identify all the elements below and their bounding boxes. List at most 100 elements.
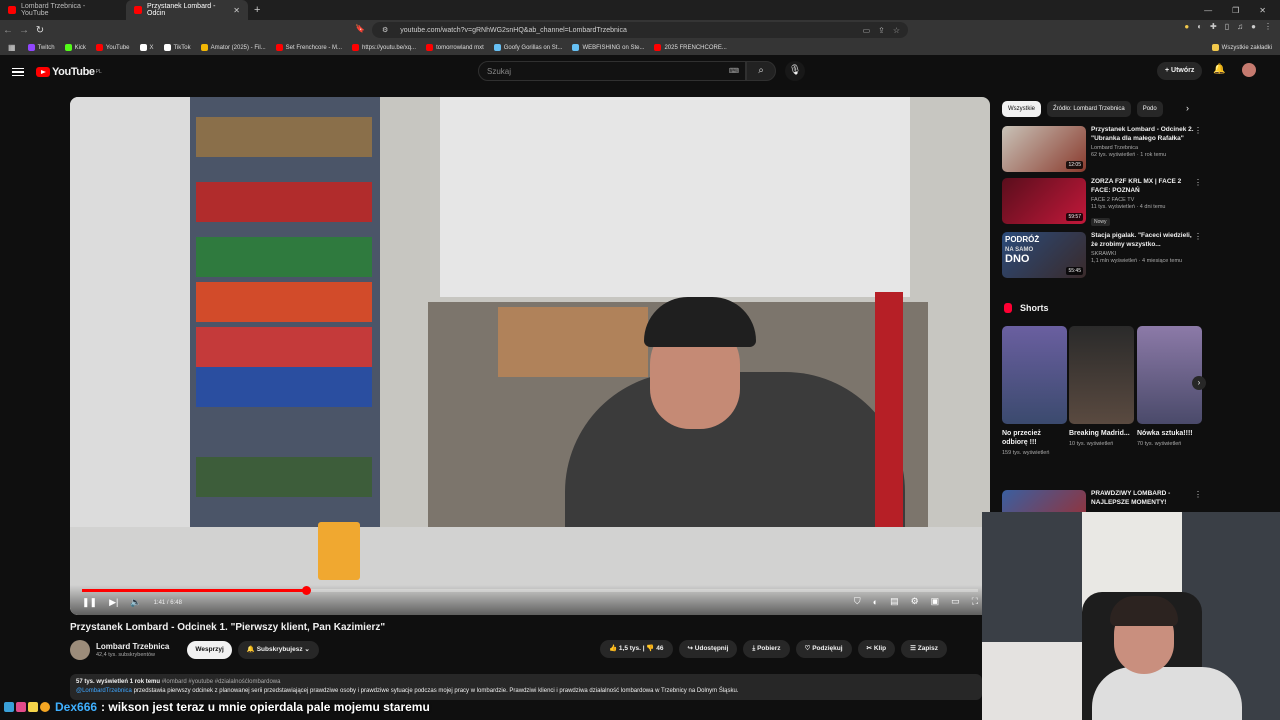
- recommendation-channel[interactable]: FACE 2 FACE TV: [1091, 197, 1194, 203]
- fullscreen-icon[interactable]: ⛶: [972, 596, 978, 607]
- site-info-icon[interactable]: ⚙: [382, 26, 388, 34]
- short-title[interactable]: Nówka sztuka!!!!: [1137, 429, 1202, 438]
- more-options-icon[interactable]: ⋮: [1194, 126, 1202, 172]
- share-icon[interactable]: ⇪: [878, 26, 885, 35]
- clip-button[interactable]: ✂ Klip: [857, 640, 896, 658]
- bookmark-item[interactable]: TikTok: [163, 44, 191, 51]
- chip-similar[interactable]: Podo: [1136, 101, 1163, 117]
- channel-name[interactable]: Lombard Trzebnica: [96, 642, 169, 651]
- chip-all[interactable]: Wszystkie: [1002, 101, 1041, 117]
- bookmark-item[interactable]: Amator (2025) - Fil...: [200, 44, 266, 51]
- star-icon[interactable]: ☆: [893, 26, 900, 35]
- short-item[interactable]: Breaking Madrid... 10 tys. wyświetleń: [1069, 326, 1134, 448]
- recommendation-title[interactable]: PRAWDZIWY LOMBARD - NAJLEPSZE MOMENTY!: [1091, 490, 1194, 507]
- download-button[interactable]: ⤓ Pobierz: [743, 640, 790, 658]
- extension-icon[interactable]: ◐: [1197, 22, 1202, 31]
- volume-icon[interactable]: 🔈: [130, 597, 141, 608]
- close-window-icon[interactable]: ✕: [1259, 6, 1266, 15]
- browser-tab-1[interactable]: Lombard Trzebnica - YouTube: [0, 0, 122, 20]
- share-button[interactable]: ↪ Udostępnij: [678, 640, 738, 658]
- recommendation-channel[interactable]: SKRAWKI: [1091, 251, 1194, 257]
- omnibox[interactable]: ⚙ youtube.com/watch?v=gRNhWG2snHQ&ab_cha…: [372, 22, 908, 38]
- progress-bar[interactable]: [82, 586, 978, 595]
- all-bookmarks[interactable]: Wszystkie zakładki: [1211, 44, 1272, 51]
- new-tab-button[interactable]: +: [248, 4, 266, 16]
- video-thumbnail[interactable]: 59:57: [1002, 178, 1086, 224]
- short-title[interactable]: No przecież odbiorę !!!: [1002, 429, 1067, 447]
- bookmark-item[interactable]: Twitch: [27, 44, 55, 51]
- more-options-icon[interactable]: ⋮: [1194, 232, 1202, 278]
- apps-icon[interactable]: ▦: [8, 43, 16, 52]
- youtube-logo[interactable]: YouTube PL: [36, 66, 102, 78]
- sponsor-shield-icon[interactable]: ⛉: [854, 596, 861, 607]
- extensions-puzzle-icon[interactable]: ✚: [1210, 22, 1217, 31]
- short-thumbnail[interactable]: [1137, 326, 1202, 424]
- search-button[interactable]: ⌕: [746, 61, 776, 81]
- video-thumbnail[interactable]: PODRÓŻ NA SAMO DNO 55:45: [1002, 232, 1086, 278]
- recommendation-item[interactable]: PODRÓŻ NA SAMO DNO 55:45 Stacja pigalak. "…: [1002, 232, 1202, 278]
- description-tags[interactable]: #lombard #youtube #dzialalnośćlombardowa: [162, 679, 281, 685]
- save-button[interactable]: ☰ Zapisz: [901, 640, 947, 658]
- media-icon[interactable]: ♫: [1237, 22, 1243, 31]
- subscribed-button[interactable]: 🔔 Subskrybujesz ⌄: [237, 641, 319, 659]
- recommendation-item[interactable]: 59:57 ZORZA F2F KRL MX | FACE 2 FACE: PO…: [1002, 178, 1202, 226]
- more-options-icon[interactable]: ⋮: [1194, 490, 1202, 512]
- subtitles-icon[interactable]: ▤: [890, 596, 899, 607]
- menu-dots-icon[interactable]: ⋮: [1264, 22, 1272, 31]
- forward-icon[interactable]: →: [16, 25, 32, 36]
- description-box[interactable]: 57 tys. wyświetleń 1 rok temu #lombard #…: [70, 674, 982, 700]
- account-avatar[interactable]: [1242, 63, 1256, 77]
- like-button[interactable]: 👍 1,5 tys. | 👎 46: [600, 640, 673, 658]
- voice-search-icon[interactable]: 🎙: [785, 61, 805, 81]
- support-button[interactable]: Wesprzyj: [187, 641, 232, 659]
- scrubber-handle[interactable]: [302, 586, 311, 595]
- video-thumbnail[interactable]: 12:05: [1002, 126, 1086, 172]
- cast-icon[interactable]: ▭: [863, 26, 871, 35]
- keyboard-icon[interactable]: ⌨: [729, 67, 739, 75]
- short-item[interactable]: No przecież odbiorę !!! 159 tys. wyświet…: [1002, 326, 1067, 457]
- recommendation-item[interactable]: 12:05 Przystanek Lombard - Odcinek 2. "U…: [1002, 126, 1202, 172]
- chevron-right-icon[interactable]: ›: [1186, 103, 1189, 113]
- autoplay-toggle-icon[interactable]: ◐: [873, 597, 878, 607]
- bookmark-item[interactable]: WEBFISHING on Ste...: [572, 44, 644, 51]
- bookmark-item[interactable]: 2025 FRENCHCORE...: [654, 44, 727, 51]
- reload-icon[interactable]: ↻: [32, 25, 48, 36]
- bookmark-item[interactable]: Set Frenchcore - M...: [275, 44, 342, 51]
- miniplayer-icon[interactable]: ▣: [931, 596, 940, 607]
- search-input[interactable]: Szukaj ⌨: [478, 61, 746, 81]
- notifications-bell-icon[interactable]: 🔔: [1213, 64, 1225, 75]
- recommendation-title[interactable]: Stacja pigalak. "Faceci wiedzieli, że zr…: [1091, 232, 1194, 249]
- channel-avatar[interactable]: [70, 640, 90, 660]
- bookmark-star-icon[interactable]: 🔖: [355, 24, 365, 33]
- recommendation-title[interactable]: Przystanek Lombard - Odcinek 2. "Ubranka…: [1091, 126, 1194, 143]
- sidepanel-icon[interactable]: ▯: [1225, 22, 1229, 31]
- profile-icon[interactable]: ●: [1251, 22, 1256, 31]
- pause-icon[interactable]: ❚❚: [82, 597, 97, 608]
- short-item[interactable]: Nówka sztuka!!!! 70 tys. wyświetleń: [1137, 326, 1202, 448]
- thanks-button[interactable]: ♡ Podziękuj: [795, 640, 852, 658]
- create-button[interactable]: + Utwórz: [1157, 62, 1203, 80]
- bookmark-item[interactable]: Goofy Gorillas on St...: [493, 44, 562, 51]
- bookmark-item[interactable]: YouTube: [95, 44, 130, 51]
- chip-source[interactable]: Źródło: Lombard Trzebnica: [1047, 101, 1131, 117]
- bookmark-item[interactable]: https://youtu.be/xq...: [352, 44, 416, 51]
- thumbs-down-icon[interactable]: 👎: [646, 645, 654, 652]
- more-options-icon[interactable]: ⋮: [1194, 178, 1202, 224]
- recommendation-item[interactable]: PRAWDZIWY LOMBARD - NAJLEPSZE MOMENTY! ⋮: [1002, 490, 1202, 512]
- recommendation-title[interactable]: ZORZA F2F KRL MX | FACE 2 FACE: POZNAŃ: [1091, 178, 1194, 195]
- short-thumbnail[interactable]: [1002, 326, 1067, 424]
- next-icon[interactable]: ▶|: [109, 597, 118, 608]
- short-thumbnail[interactable]: [1069, 326, 1134, 424]
- extension-icon[interactable]: ●: [1184, 22, 1189, 31]
- back-icon[interactable]: ←: [0, 25, 16, 36]
- recommendation-channel[interactable]: Lombard Trzebnica: [1091, 145, 1194, 151]
- settings-gear-icon[interactable]: ⚙: [911, 596, 919, 607]
- browser-tab-2[interactable]: Przystanek Lombard - Odcin ✕: [126, 0, 248, 20]
- close-tab-icon[interactable]: ✕: [233, 6, 240, 15]
- chevron-right-icon[interactable]: ›: [1192, 376, 1206, 390]
- bookmark-item[interactable]: Kick: [64, 44, 86, 51]
- description-mention[interactable]: @LombardTrzebnica: [76, 688, 132, 694]
- hamburger-menu-icon[interactable]: [12, 66, 24, 79]
- video-player[interactable]: ❚❚ ▶| 🔈 1:41 / 6:48 ⛉ ◐ ▤ ⚙ ▣ ▭ ⛶: [70, 97, 990, 615]
- theater-mode-icon[interactable]: ▭: [951, 596, 960, 607]
